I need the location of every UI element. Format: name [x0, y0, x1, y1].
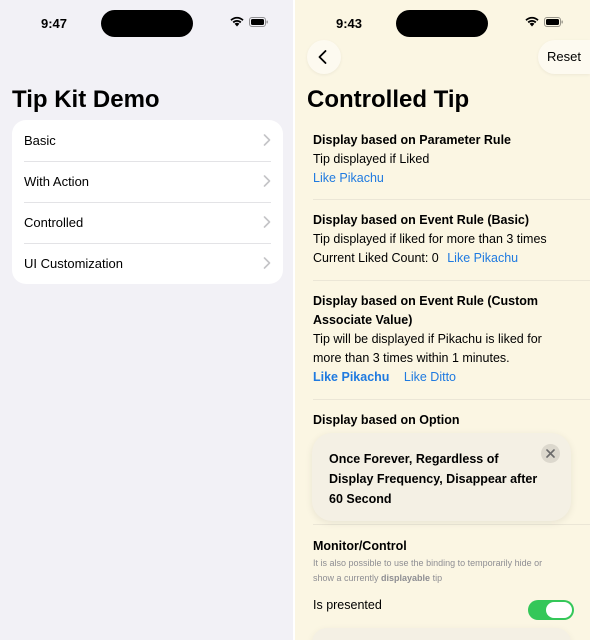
description-text: show a currently: [313, 573, 382, 583]
list-item-controlled[interactable]: Controlled: [12, 202, 283, 243]
tip-message: Once Forever, Regardless of Display Freq…: [329, 449, 539, 509]
section-heading: Monitor/Control: [313, 539, 407, 553]
dynamic-island: [396, 10, 488, 37]
dynamic-island: [101, 10, 193, 37]
list-item-label: Controlled: [24, 215, 84, 230]
section-description-line: It is also possible to use the binding t…: [313, 558, 543, 568]
section-event-rule-basic: Display based on Event Rule (Basic) Tip …: [313, 200, 578, 280]
list-item-label: Basic: [24, 133, 56, 148]
section-heading: Display based on Event Rule (Basic): [313, 213, 530, 227]
close-icon: [546, 449, 555, 458]
status-time: 9:47: [41, 16, 68, 31]
section-text: Tip displayed if liked for more than 3 t…: [313, 232, 547, 246]
chevron-right-icon: [263, 216, 271, 228]
page-title: Tip Kit Demo: [12, 86, 160, 113]
section-text-line: more than 3 times within 1 minutes.: [313, 351, 510, 365]
list-item-label: With Action: [24, 174, 90, 189]
section-event-rule-custom: Display based on Event Rule (Custom Asso…: [313, 281, 578, 399]
status-bar: 9:47: [0, 0, 293, 48]
tip-popover-partial: [312, 628, 571, 640]
like-pikachu-link[interactable]: Like Pikachu: [313, 370, 389, 384]
like-pikachu-link[interactable]: Like Pikachu: [447, 251, 518, 265]
controlled-tip-content: Display based on Parameter Rule Tip disp…: [313, 131, 590, 615]
status-bar: 9:43: [295, 0, 590, 48]
wifi-icon: [525, 16, 539, 27]
description-bold-text: displayable: [381, 573, 431, 583]
wifi-icon: [230, 16, 244, 27]
tip-message-line: 60 Second: [329, 492, 392, 506]
list-item-with-action[interactable]: With Action: [12, 161, 283, 202]
status-time: 9:43: [336, 16, 363, 31]
section-text-line: Tip will be displayed if Pikachu is like…: [313, 332, 542, 346]
section-description-line: show a currently displayable tip: [313, 571, 578, 586]
page-title: Controlled Tip: [307, 86, 470, 113]
battery-icon: [544, 17, 563, 27]
tip-close-button[interactable]: [541, 444, 560, 463]
like-ditto-link[interactable]: Like Ditto: [404, 370, 456, 384]
tip-message-line: Display Frequency, Disappear after: [329, 472, 538, 486]
battery-icon: [249, 17, 268, 27]
section-text: Tip displayed if Liked: [313, 152, 430, 166]
tip-popover: Once Forever, Regardless of Display Freq…: [312, 433, 571, 521]
section-heading-line: Display based on Event Rule (Custom: [313, 294, 539, 308]
back-button[interactable]: [307, 40, 341, 74]
is-presented-toggle[interactable]: [528, 600, 574, 620]
chevron-left-icon: [318, 50, 327, 64]
list-item-ui-customization[interactable]: UI Customization: [12, 243, 283, 284]
description-text: tip: [430, 573, 443, 583]
chevron-right-icon: [263, 175, 271, 187]
reset-button[interactable]: Reset: [538, 40, 590, 74]
section-heading: Display based on Option: [313, 413, 460, 427]
chevron-right-icon: [263, 257, 271, 269]
list-item-label: UI Customization: [24, 256, 123, 271]
demo-list: Basic With Action Controlled UI Customiz…: [12, 120, 283, 284]
list-item-basic[interactable]: Basic: [12, 120, 283, 161]
tip-message-line: Once Forever, Regardless of: [329, 452, 499, 466]
section-heading: Display based on Parameter Rule: [313, 133, 511, 147]
liked-count-label: Current Liked Count: 0: [313, 251, 439, 265]
chevron-right-icon: [263, 134, 271, 146]
section-parameter-rule: Display based on Parameter Rule Tip disp…: [313, 131, 578, 199]
left-phone-screen: 9:47 Tip Kit Demo Basic With Action Cont…: [0, 0, 293, 640]
section-heading-line: Associate Value): [313, 313, 413, 327]
like-pikachu-link[interactable]: Like Pikachu: [313, 171, 384, 185]
toggle-knob: [546, 602, 572, 618]
